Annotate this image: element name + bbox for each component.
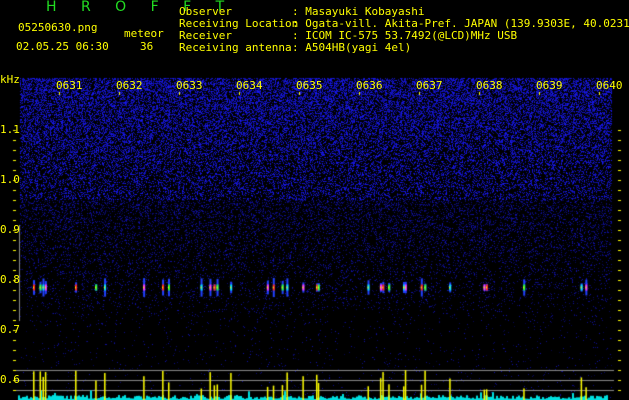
x-tick-label: 0636 bbox=[356, 79, 383, 92]
meteor-label: meteor bbox=[124, 27, 164, 40]
y-axis-unit: kHz bbox=[0, 73, 20, 86]
hrofft-screen: H R O F F T 05250630.png 02.05.25 06:30 … bbox=[0, 0, 629, 400]
x-tick-label: 0632 bbox=[116, 79, 143, 92]
x-tick-label: 0639 bbox=[536, 79, 563, 92]
y-tick-label: 1.0 bbox=[0, 173, 20, 186]
x-tick-label: 0633 bbox=[176, 79, 203, 92]
filename: 05250630.png bbox=[18, 21, 98, 34]
info-antenna-value: : A504HB(yagi 4el) bbox=[292, 41, 412, 54]
x-tick-label: 0640 bbox=[596, 79, 623, 92]
y-tick-label: 1.1 bbox=[0, 123, 20, 136]
x-tick-label: 0638 bbox=[476, 79, 503, 92]
y-tick-label: 0.6 bbox=[0, 373, 20, 386]
info-antenna-label: Receiving antenna bbox=[179, 41, 292, 54]
y-tick-label: 0.9 bbox=[0, 223, 20, 236]
x-tick-label: 0634 bbox=[236, 79, 263, 92]
meteor-count: 36 bbox=[140, 40, 154, 53]
x-tick-label: 0631 bbox=[56, 79, 83, 92]
y-tick-label: 0.7 bbox=[0, 323, 20, 336]
spectrogram bbox=[0, 76, 629, 400]
datetime: 02.05.25 06:30 bbox=[16, 40, 109, 53]
y-tick-label: 0.8 bbox=[0, 273, 20, 286]
x-tick-label: 0635 bbox=[296, 79, 323, 92]
x-tick-label: 0637 bbox=[416, 79, 443, 92]
